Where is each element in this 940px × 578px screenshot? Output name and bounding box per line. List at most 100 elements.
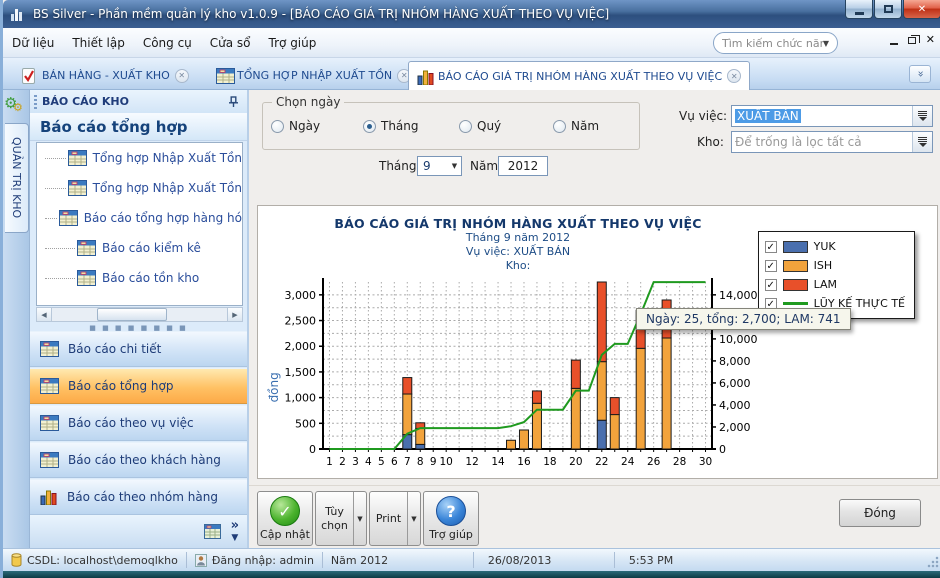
date-segment: 26/08/2013 (474, 549, 614, 571)
nav-tab-label: QUẢN TRỊ KHO (10, 137, 23, 218)
svg-text:2,500: 2,500 (285, 315, 317, 328)
combo-dropdown-icon[interactable] (912, 106, 932, 126)
kho-row: Kho: Để trống là lọc tất cả (249, 131, 940, 153)
kho-combo[interactable]: Để trống là lọc tất cả (731, 131, 933, 153)
mdi-close-button[interactable]: ✕ (926, 35, 935, 45)
svg-text:20: 20 (569, 456, 582, 468)
tab-1[interactable]: BÁN HÀNG - XUẤT KHO✕ (13, 62, 197, 89)
search-functions-combo[interactable]: Tìm kiếm chức năng ▼ (713, 32, 838, 54)
scroll-left-arrow[interactable]: ◀ (37, 308, 52, 321)
login-segment: Đăng nhập: admin (187, 549, 322, 571)
sidebar-header: BÁO CÁO KHO (30, 90, 247, 113)
svg-text:0: 0 (719, 443, 726, 456)
table-icon[interactable] (204, 524, 221, 539)
document-tab-strip: BÁN HÀNG - XUẤT KHO✕ TỔNG HỢP NHẬP XUẤT T… (3, 58, 940, 90)
case-value: XUẤT BÁN (732, 109, 912, 123)
tree-connector (45, 278, 75, 279)
month-dropdown[interactable]: 9 ▼ (417, 156, 462, 176)
mdi-restore-button[interactable] (908, 37, 916, 44)
menu-item-2[interactable]: Thiết lập (63, 32, 133, 54)
svg-text:1: 1 (326, 456, 333, 468)
combo-dropdown-icon[interactable] (912, 132, 932, 152)
tree-item-1[interactable]: Tổng hợp Nhập Xuất Tồn (37, 143, 242, 173)
tree-item-5[interactable]: Báo cáo tồn kho (37, 263, 242, 293)
dong-close-button[interactable]: Đóng (839, 499, 921, 527)
checkbox-checked-icon[interactable]: ✓ (765, 241, 777, 253)
chevron-down-icon[interactable]: ▼ (231, 533, 239, 543)
tab-close-icon[interactable]: ✕ (175, 69, 189, 83)
svg-text:30: 30 (699, 456, 712, 468)
options-button[interactable]: Tùy chọn ▼ (315, 491, 367, 546)
svg-text:đồng: đồng (267, 372, 281, 402)
svg-text:9: 9 (430, 456, 437, 468)
resize-grip[interactable] (927, 556, 939, 568)
sidebar-group-label: Báo cáo chi tiết (68, 342, 161, 356)
legend-swatch (783, 279, 808, 291)
chart-subtitle-period: Tháng 9 năm 2012 (258, 231, 778, 245)
tab-2[interactable]: TỔNG HỢP NHẬP XUẤT TỒN✕ (208, 62, 419, 89)
chevron-down-icon[interactable]: ▼ (353, 492, 366, 545)
svg-text:16: 16 (517, 456, 531, 468)
maximize-button[interactable] (874, 0, 902, 19)
tree-item-label: Tổng hợp Nhập Xuất Tồn (93, 151, 242, 165)
svg-text:8: 8 (417, 456, 424, 468)
scroll-right-arrow[interactable]: ▶ (227, 308, 242, 321)
tab-list-dropdown-button[interactable]: » (909, 65, 931, 83)
print-label: Print (370, 492, 407, 545)
tab-close-icon[interactable]: ✕ (727, 69, 741, 83)
tab-3[interactable]: BÁO CÁO GIÁ TRỊ NHÓM HÀNG XUẤT THEO VỤ V… (408, 61, 750, 90)
chevron-down-icon[interactable]: ▼ (448, 157, 461, 175)
tree-item-label: Báo cáo kiểm kê (102, 241, 201, 255)
svg-text:2,000: 2,000 (285, 340, 317, 353)
scrollbar-track[interactable] (167, 308, 227, 321)
update-button[interactable]: ✓ Cập nhật (257, 491, 313, 546)
checkbox-checked-icon[interactable]: ✓ (765, 260, 777, 272)
nav-tab-quan-tri-kho[interactable]: QUẢN TRỊ KHO (5, 123, 29, 233)
user-icon (195, 554, 207, 567)
table-icon (216, 68, 235, 84)
tree-item-4[interactable]: Báo cáo kiểm kê (37, 233, 242, 263)
case-label: Vụ việc: (679, 109, 727, 123)
checkbox-checked-icon[interactable]: ✓ (765, 279, 777, 291)
search-placeholder: Tìm kiếm chức năng (722, 37, 823, 50)
menu-item-1[interactable]: Dữ liệu (3, 32, 63, 54)
svg-text:22: 22 (595, 456, 608, 468)
tree-item-3[interactable]: Báo cáo tổng hợp hàng hó (37, 203, 242, 233)
pin-icon[interactable] (228, 96, 239, 108)
sidebar-group-5[interactable]: Báo cáo theo nhóm hàng (30, 479, 247, 515)
sidebar-group-3[interactable]: Báo cáo theo vụ việc (30, 405, 247, 441)
close-button[interactable]: ✕ (903, 0, 940, 19)
tree-item-2[interactable]: Tổng hợp Nhập Xuất Tồn (37, 173, 242, 203)
svg-text:10,000: 10,000 (719, 333, 758, 346)
chart-panel: BÁO CÁO GIÁ TRỊ NHÓM HÀNG XUẤT THEO VỤ V… (257, 205, 938, 479)
svg-text:2,000: 2,000 (719, 421, 751, 434)
sidebar-group-4[interactable]: Báo cáo theo khách hàng (30, 442, 247, 478)
menu-item-3[interactable]: Công cụ (134, 32, 201, 54)
year-input[interactable]: 2012 (498, 156, 548, 176)
bar-chart-icon (40, 489, 58, 505)
tree-connector (45, 218, 57, 219)
svg-text:14,000: 14,000 (719, 289, 758, 302)
menu-item-5[interactable]: Trợ giúp (260, 32, 326, 54)
csdl-text: CSDL: localhost\demoqlkho (27, 554, 178, 567)
table-icon (77, 240, 96, 256)
sidebar-group-1[interactable]: Báo cáo chi tiết (30, 331, 247, 367)
case-combo[interactable]: XUẤT BÁN (731, 105, 933, 127)
window-bottom-frame (3, 571, 940, 578)
kho-placeholder: Để trống là lọc tất cả (732, 135, 912, 149)
sidebar-group-2[interactable]: Báo cáo tổng hợp (30, 368, 247, 404)
configure-buttons-chevron[interactable]: »▼ (231, 521, 239, 543)
svg-text:18: 18 (543, 456, 556, 468)
mdi-minimize-button[interactable] (890, 43, 898, 45)
tree-horizontal-scrollbar[interactable]: ◀ ▶ (36, 307, 243, 322)
scrollbar-thumb[interactable] (97, 308, 167, 321)
chevron-down-icon[interactable]: ▼ (407, 492, 420, 545)
legend-swatch (783, 260, 808, 272)
svg-text:2: 2 (339, 456, 346, 468)
chart-subtitle-case: Vụ việc: XUẤT BÁN (258, 245, 778, 259)
minimize-button[interactable] (845, 0, 873, 19)
menu-item-4[interactable]: Cửa sổ (201, 32, 260, 54)
help-button[interactable]: ? Trợ giúp (423, 491, 479, 546)
month-label: Tháng: (379, 159, 421, 173)
print-button[interactable]: Print ▼ (369, 491, 421, 546)
